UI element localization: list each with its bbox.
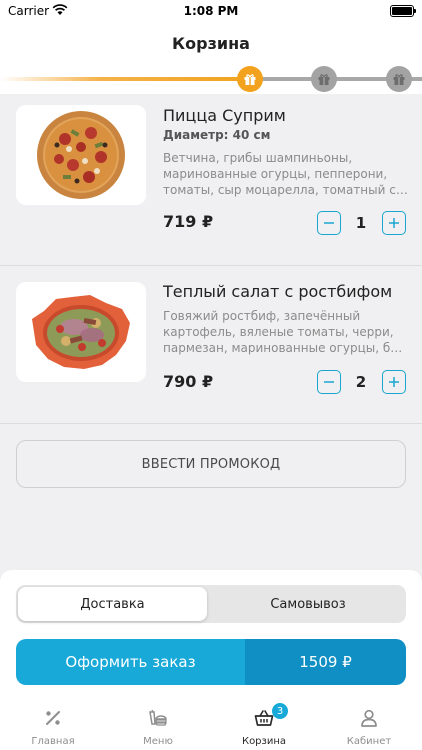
tab-label: Главная [31, 736, 75, 747]
tab-bar: Главная Меню 3 Корзина Кабинет [0, 702, 422, 750]
nav-header: Корзина [0, 24, 422, 64]
tab-home[interactable]: Главная [0, 702, 106, 750]
description-line: Говяжий ростбиф, запечённый [163, 309, 361, 323]
cart-item: Пицца Суприм Диаметр: 40 см Ветчина, гри… [0, 94, 422, 266]
tab-label: Корзина [241, 736, 287, 747]
pickup-option[interactable]: Самовывоз [212, 587, 404, 621]
menu-food-icon [149, 709, 168, 726]
gift-icon [237, 66, 263, 92]
increase-quantity-button[interactable] [382, 211, 406, 235]
tab-account[interactable]: Кабинет [316, 702, 422, 750]
order-total: 1509 ₽ [245, 639, 406, 685]
item-name: Теплый салат с ростбифом [163, 282, 393, 301]
cart-item: Теплый салат с ростбифом Говяжий ростбиф… [0, 266, 422, 424]
item-description: Говяжий ростбиф, запечённый картофель, в… [163, 308, 408, 356]
description-line: картофель, вяленые томаты, черри, [163, 325, 394, 339]
quantity-value: 1 [355, 214, 367, 232]
percent-icon [46, 711, 60, 725]
status-bar: Carrier 1:08 PM [0, 0, 422, 24]
gift-icon [311, 66, 337, 92]
clock: 1:08 PM [183, 4, 239, 18]
battery-icon [390, 5, 416, 17]
quantity-value: 2 [355, 373, 367, 391]
item-diameter: Диаметр: 40 см [163, 128, 271, 142]
item-description: Ветчина, грибы шампиньоны, маринованные … [163, 150, 408, 198]
tab-label: Кабинет [346, 736, 392, 747]
tab-cart[interactable]: 3 Корзина [211, 702, 317, 750]
increase-quantity-button[interactable] [382, 370, 406, 394]
delivery-option[interactable]: Доставка [18, 587, 207, 621]
description-line: Ветчина, грибы шампиньоны, [163, 151, 353, 165]
page-title: Корзина [172, 34, 250, 53]
description-line: пармезан, маринованные огурцы, ба... [163, 341, 408, 355]
basket-icon [254, 710, 274, 726]
decrease-quantity-button[interactable] [317, 211, 341, 235]
item-price: 790 ₽ [163, 372, 214, 391]
item-name: Пицца Суприм [163, 106, 286, 125]
tab-menu[interactable]: Меню [105, 702, 211, 750]
place-order-button[interactable]: Оформить заказ 1509 ₽ [16, 639, 406, 685]
description-line: маринованные огурцы, пепперони, [163, 167, 388, 181]
person-icon [361, 709, 377, 727]
progress-track-done [0, 77, 250, 81]
cart-count-badge: 3 [272, 703, 288, 719]
pizza-image[interactable] [16, 105, 146, 205]
place-order-label: Оформить заказ [16, 639, 245, 685]
item-price: 719 ₽ [163, 212, 214, 231]
salad-image[interactable] [16, 282, 146, 382]
checkout-progress [0, 64, 422, 94]
delivery-mode-switch: Доставка Самовывоз [16, 585, 406, 623]
decrease-quantity-button[interactable] [317, 370, 341, 394]
description-line: томаты, сыр моцарелла, томатный со... [163, 183, 408, 197]
tab-label: Меню [143, 736, 173, 747]
gift-icon [386, 66, 412, 92]
promo-code-button[interactable]: ВВЕСТИ ПРОМОКОД [16, 440, 406, 488]
